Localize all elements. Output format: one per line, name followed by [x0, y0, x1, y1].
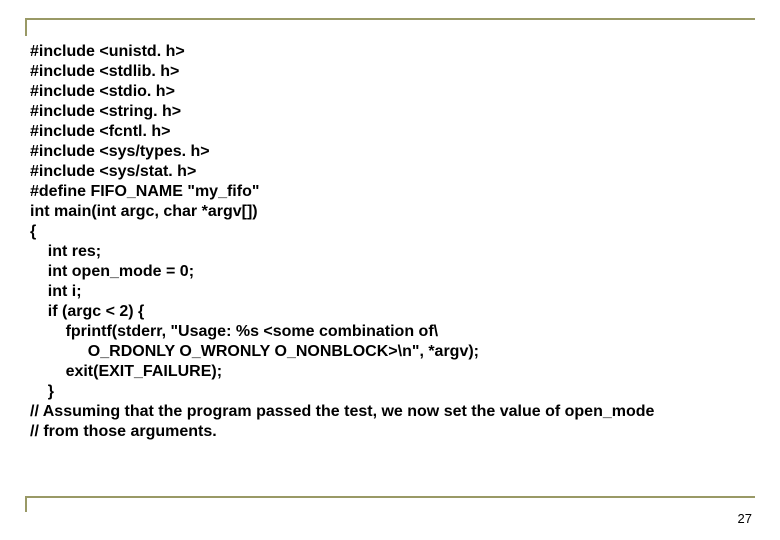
code-line: #include <string. h>: [30, 103, 181, 120]
code-line: {: [30, 223, 36, 240]
code-line: #include <sys/types. h>: [30, 143, 210, 160]
bottom-rule: [25, 496, 755, 498]
code-line: exit(EXIT_FAILURE);: [30, 363, 222, 380]
code-line: #include <unistd. h>: [30, 43, 185, 60]
code-line: fprintf(stderr, "Usage: %s <some combina…: [30, 323, 438, 340]
top-tick: [25, 20, 27, 36]
top-rule: [25, 18, 755, 20]
code-line: }: [30, 383, 54, 400]
code-block: #include <unistd. h> #include <stdlib. h…: [30, 42, 755, 442]
slide: #include <unistd. h> #include <stdlib. h…: [0, 0, 780, 540]
code-line: O_RDONLY O_WRONLY O_NONBLOCK>\n", *argv)…: [30, 343, 479, 360]
code-line: // from those arguments.: [30, 423, 217, 440]
code-line: #include <fcntl. h>: [30, 123, 170, 140]
page-number: 27: [738, 511, 752, 526]
code-line: // Assuming that the program passed the …: [30, 403, 654, 420]
code-line: #include <stdio. h>: [30, 83, 175, 100]
bottom-tick: [25, 498, 27, 512]
code-line: #include <sys/stat. h>: [30, 163, 196, 180]
code-line: int open_mode = 0;: [30, 263, 194, 280]
code-line: if (argc < 2) {: [30, 303, 144, 320]
code-line: #include <stdlib. h>: [30, 63, 179, 80]
code-line: int res;: [30, 243, 101, 260]
code-line: #define FIFO_NAME "my_fifo": [30, 183, 259, 200]
code-line: int i;: [30, 283, 82, 300]
code-line: int main(int argc, char *argv[]): [30, 203, 258, 220]
